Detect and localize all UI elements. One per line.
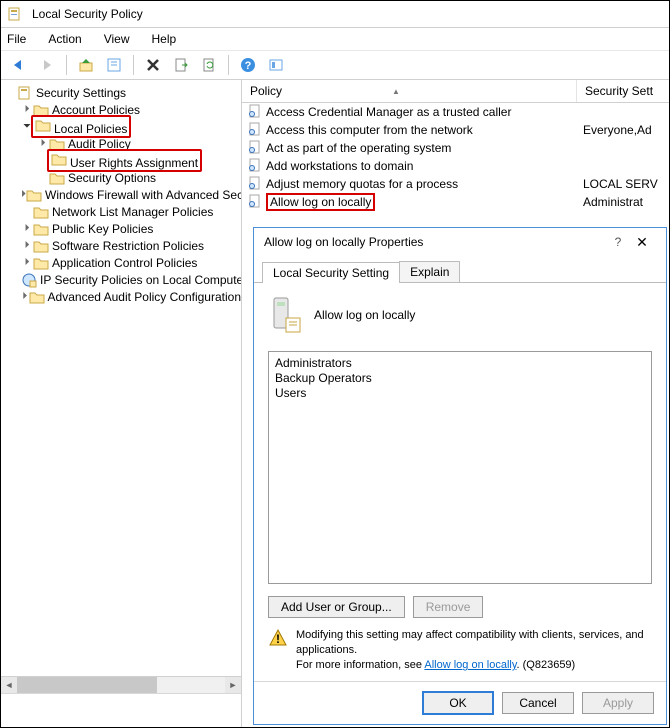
column-policy: Policy▲: [242, 80, 577, 102]
tree-item[interactable]: ⏵Windows Firewall with Advanced Secu: [1, 186, 241, 203]
folder-icon: [29, 289, 45, 305]
tree-item[interactable]: ⏵Public Key Policies: [1, 220, 241, 237]
add-user-or-group-button[interactable]: Add User or Group...: [268, 596, 405, 618]
menu-action[interactable]: Action: [46, 30, 83, 48]
dialog-titlebar[interactable]: Allow log on locally Properties ? ✕: [254, 228, 666, 256]
refresh-button[interactable]: [197, 53, 221, 77]
chevron-right-icon[interactable]: ⏵: [21, 104, 33, 115]
sort-asc-icon: ▲: [392, 87, 400, 96]
export-button[interactable]: [169, 53, 193, 77]
help-button[interactable]: ?: [236, 53, 260, 77]
properties-button[interactable]: [102, 53, 126, 77]
member-item[interactable]: Users: [275, 386, 645, 401]
apply-button: Apply: [582, 692, 654, 714]
policy-icon: [248, 140, 262, 157]
chevron-right-icon[interactable]: ⏵: [21, 223, 33, 234]
dialog-title: Allow log on locally Properties: [264, 235, 423, 249]
dialog-button-row: OK Cancel Apply: [254, 681, 666, 724]
chevron-right-icon[interactable]: ⏵: [21, 257, 33, 268]
settings-button[interactable]: [264, 53, 288, 77]
folder-icon: [33, 204, 49, 220]
help-link[interactable]: Allow log on locally: [424, 659, 516, 671]
folder-icon: [35, 117, 51, 133]
svg-text:?: ?: [245, 60, 252, 72]
forward-button[interactable]: [35, 53, 59, 77]
tree-item[interactable]: ⏷Local Policies: [1, 118, 241, 135]
remove-button: Remove: [413, 596, 484, 618]
member-item[interactable]: Backup Operators: [275, 371, 645, 386]
dialog-close-button[interactable]: ✕: [628, 234, 656, 251]
list-header[interactable]: Policy▲ Security Sett: [242, 80, 669, 103]
policy-row[interactable]: Adjust memory quotas for a processLOCAL …: [242, 175, 669, 193]
server-icon: [268, 294, 302, 337]
policy-icon: [248, 122, 262, 139]
policy-row[interactable]: Access Credential Manager as a trusted c…: [242, 103, 669, 121]
members-list[interactable]: AdministratorsBackup OperatorsUsers: [268, 351, 652, 584]
policy-row[interactable]: Allow log on locallyAdministrat: [242, 193, 669, 211]
warning-icon: !: [268, 628, 288, 673]
policy-icon: [248, 176, 262, 193]
main-window: Local Security Policy File Action View H…: [0, 0, 670, 728]
delete-button[interactable]: [141, 53, 165, 77]
folder-icon: [33, 238, 49, 254]
member-item[interactable]: Administrators: [275, 356, 645, 371]
policy-root-icon: [17, 85, 33, 101]
tree[interactable]: Security Settings⏵Account Policies⏷Local…: [1, 80, 241, 676]
folder-icon: [26, 187, 42, 203]
tree-pane: Security Settings⏵Account Policies⏷Local…: [1, 80, 242, 728]
policy-row[interactable]: Act as part of the operating system: [242, 139, 669, 157]
policy-icon: [248, 104, 262, 121]
properties-dialog: Allow log on locally Properties ? ✕ Loca…: [253, 227, 667, 725]
ok-button[interactable]: OK: [422, 691, 494, 715]
policy-name: Allow log on locally: [314, 308, 415, 322]
tab-local-security-setting[interactable]: Local Security Setting: [262, 262, 400, 283]
warning-note: ! Modifying this setting may affect comp…: [268, 628, 652, 673]
tree-item[interactable]: ⏵Advanced Audit Policy Configuration: [1, 288, 241, 305]
toolbar: ?: [1, 51, 669, 80]
column-security[interactable]: Security Sett: [577, 80, 669, 102]
policy-row[interactable]: Add workstations to domain: [242, 157, 669, 175]
tree-footer: [1, 693, 241, 728]
app-icon: [7, 6, 23, 22]
chevron-right-icon[interactable]: ⏵: [37, 138, 49, 149]
tree-item[interactable]: Security Options: [1, 169, 241, 186]
menubar: File Action View Help: [1, 28, 669, 51]
tree-item[interactable]: Network List Manager Policies: [1, 203, 241, 220]
titlebar: Local Security Policy: [1, 1, 669, 28]
policy-row[interactable]: Access this computer from the networkEve…: [242, 121, 669, 139]
tree-horizontal-scrollbar[interactable]: ◄►: [1, 676, 241, 693]
folder-icon: [33, 221, 49, 237]
chevron-right-icon[interactable]: ⏵: [21, 291, 29, 302]
folder-icon: [33, 255, 49, 271]
tree-item[interactable]: ⏵Application Control Policies: [1, 254, 241, 271]
policy-header: Allow log on locally: [268, 293, 652, 337]
tab-explain[interactable]: Explain: [399, 261, 460, 282]
tree-item[interactable]: ⏵Software Restriction Policies: [1, 237, 241, 254]
policy-icon: [248, 158, 262, 175]
svg-text:!: !: [276, 632, 280, 646]
cancel-button[interactable]: Cancel: [502, 692, 574, 714]
folder-icon: [51, 151, 67, 167]
window-title: Local Security Policy: [32, 7, 143, 21]
tree-root-label[interactable]: Security Settings: [36, 86, 126, 100]
up-button[interactable]: [74, 53, 98, 77]
dialog-tabs: Local Security Setting Explain: [254, 260, 666, 283]
menu-file[interactable]: File: [5, 30, 28, 48]
folder-icon: [21, 272, 37, 288]
back-button[interactable]: [7, 53, 31, 77]
tree-item[interactable]: IP Security Policies on Local Compute: [1, 271, 241, 288]
menu-view[interactable]: View: [102, 30, 132, 48]
chevron-right-icon[interactable]: ⏵: [21, 240, 33, 251]
tree-item[interactable]: User Rights Assignment: [1, 152, 241, 169]
menu-help[interactable]: Help: [150, 30, 179, 48]
dialog-help-button[interactable]: ?: [608, 235, 628, 249]
policy-icon: [248, 194, 262, 211]
folder-icon: [49, 170, 65, 186]
